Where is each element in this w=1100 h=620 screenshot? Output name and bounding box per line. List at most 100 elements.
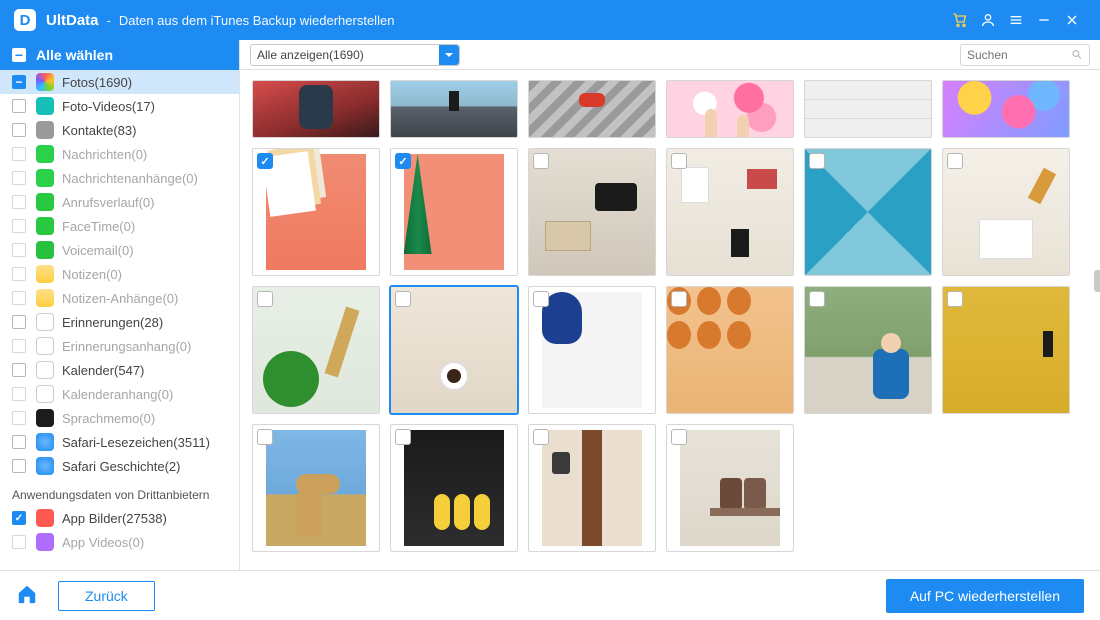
search-box[interactable] xyxy=(960,44,1090,66)
sidebar-item: Voicemail(0) xyxy=(0,238,239,262)
sidebar-item-checkbox xyxy=(12,219,26,233)
thumbnail-checkbox[interactable] xyxy=(809,153,825,169)
close-icon[interactable] xyxy=(1058,6,1086,34)
title-bar: D UltData - Daten aus dem iTunes Backup … xyxy=(0,0,1100,40)
thumbnail[interactable] xyxy=(942,80,1070,138)
sidebar-item-label: Foto-Videos(17) xyxy=(62,99,155,114)
select-all-checkbox[interactable] xyxy=(12,48,26,62)
sidebar-item-label: Safari Geschichte(2) xyxy=(62,459,181,474)
sidebar-item[interactable]: Safari-Lesezeichen(3511) xyxy=(0,430,239,454)
back-button[interactable]: Zurück xyxy=(58,581,155,611)
thumbnail[interactable] xyxy=(666,286,794,414)
sidebar-item-checkbox xyxy=(12,387,26,401)
thumbnail-image xyxy=(529,81,655,137)
thumbnail[interactable] xyxy=(252,80,380,138)
sidebar-item-checkbox[interactable] xyxy=(12,435,26,449)
sidebar-item-checkbox xyxy=(12,291,26,305)
search-input[interactable] xyxy=(967,48,1071,62)
thumbnail[interactable] xyxy=(390,424,518,552)
sidebar-item[interactable]: Kontakte(83) xyxy=(0,118,239,142)
sidebar-item-checkbox[interactable] xyxy=(12,511,26,525)
sidebar-item-checkbox xyxy=(12,147,26,161)
thumbnail[interactable] xyxy=(528,286,656,414)
thumbnail[interactable] xyxy=(390,286,518,414)
reminders-att-icon xyxy=(36,337,54,355)
restore-button[interactable]: Auf PC wiederherstellen xyxy=(886,579,1084,613)
user-icon[interactable] xyxy=(974,6,1002,34)
thumbnail-checkbox[interactable] xyxy=(671,429,687,445)
thumbnail[interactable] xyxy=(252,286,380,414)
sidebar-item-label: Fotos(1690) xyxy=(62,75,132,90)
sidebar-item[interactable]: Fotos(1690) xyxy=(0,70,239,94)
select-all-row[interactable]: Alle wählen xyxy=(0,40,239,70)
sidebar-item[interactable]: App Bilder(27538) xyxy=(0,506,239,530)
sidebar-item: Notizen-Anhänge(0) xyxy=(0,286,239,310)
sidebar-item-checkbox[interactable] xyxy=(12,459,26,473)
sidebar-item-label: Notizen-Anhänge(0) xyxy=(62,291,178,306)
sidebar-item[interactable]: Safari Geschichte(2) xyxy=(0,454,239,478)
thumbnail[interactable] xyxy=(804,80,932,138)
minimize-icon[interactable] xyxy=(1030,6,1058,34)
thumbnail-checkbox[interactable] xyxy=(533,291,549,307)
thumbnail[interactable] xyxy=(390,148,518,276)
thumbnail[interactable] xyxy=(528,80,656,138)
thumbnail-checkbox[interactable] xyxy=(257,153,273,169)
thumbnail-checkbox[interactable] xyxy=(395,429,411,445)
app-vid-icon xyxy=(36,533,54,551)
filter-dropdown-label: Alle anzeigen(1690) xyxy=(257,48,364,62)
sidebar-item-checkbox[interactable] xyxy=(12,75,26,89)
sidebar-item-checkbox[interactable] xyxy=(12,99,26,113)
sidebar-item-checkbox[interactable] xyxy=(12,315,26,329)
thumbnail[interactable] xyxy=(528,424,656,552)
thumbnail[interactable] xyxy=(804,148,932,276)
thumbnail[interactable] xyxy=(942,148,1070,276)
sidebar-item: FaceTime(0) xyxy=(0,214,239,238)
sidebar-item-label: Erinnerungsanhang(0) xyxy=(62,339,191,354)
filter-dropdown[interactable]: Alle anzeigen(1690) xyxy=(250,44,460,66)
select-all-label: Alle wählen xyxy=(36,47,113,63)
thumbnail[interactable] xyxy=(528,148,656,276)
thumbnail-image xyxy=(404,154,505,270)
scrollbar-thumb[interactable] xyxy=(1094,270,1100,292)
thumbnail[interactable] xyxy=(252,148,380,276)
thumbnail-checkbox[interactable] xyxy=(395,291,411,307)
thumbnail-checkbox[interactable] xyxy=(533,153,549,169)
app-name: UltData xyxy=(46,12,99,29)
sidebar-item-checkbox xyxy=(12,339,26,353)
thumbnail[interactable] xyxy=(666,80,794,138)
thumbnail-checkbox[interactable] xyxy=(257,291,273,307)
facetime-icon xyxy=(36,217,54,235)
thumbnail-checkbox[interactable] xyxy=(395,153,411,169)
phone-icon xyxy=(36,193,54,211)
search-icon xyxy=(1071,48,1083,61)
sidebar-item[interactable]: Kalender(547) xyxy=(0,358,239,382)
thumbnail-checkbox[interactable] xyxy=(671,291,687,307)
thumbnail-checkbox[interactable] xyxy=(809,291,825,307)
sidebar-item-checkbox[interactable] xyxy=(12,363,26,377)
sidebar-item-label: Sprachmemo(0) xyxy=(62,411,155,426)
reminders-icon xyxy=(36,313,54,331)
sidebar-item-checkbox[interactable] xyxy=(12,123,26,137)
sidebar-item[interactable]: Foto-Videos(17) xyxy=(0,94,239,118)
thumbnail[interactable] xyxy=(390,80,518,138)
app-img-icon xyxy=(36,509,54,527)
sidebar-item-label: FaceTime(0) xyxy=(62,219,135,234)
thumbnail-checkbox[interactable] xyxy=(533,429,549,445)
thumbnail-checkbox[interactable] xyxy=(947,153,963,169)
thumbnail-checkbox[interactable] xyxy=(947,291,963,307)
thumbnail[interactable] xyxy=(252,424,380,552)
sidebar-item-label: Notizen(0) xyxy=(62,267,122,282)
thumbnail[interactable] xyxy=(666,148,794,276)
cart-icon[interactable] xyxy=(946,6,974,34)
home-button[interactable] xyxy=(16,583,38,608)
thumbnail[interactable] xyxy=(804,286,932,414)
thumbnail[interactable] xyxy=(942,286,1070,414)
sidebar-item-label: App Videos(0) xyxy=(62,535,144,550)
thumbnail[interactable] xyxy=(666,424,794,552)
sidebar-item[interactable]: Erinnerungen(28) xyxy=(0,310,239,334)
sidebar-item-checkbox xyxy=(12,171,26,185)
menu-icon[interactable] xyxy=(1002,6,1030,34)
thumbnail-checkbox[interactable] xyxy=(671,153,687,169)
thumbnail-checkbox[interactable] xyxy=(257,429,273,445)
sidebar-item: Notizen(0) xyxy=(0,262,239,286)
